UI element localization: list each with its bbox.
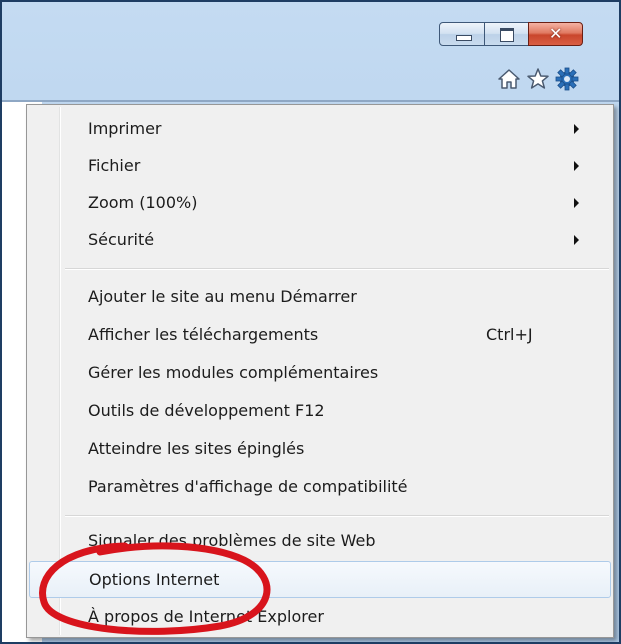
- menu-item-compatibility[interactable]: Paramètres d'affichage de compatibilité: [29, 469, 611, 506]
- menu-item-manage-addons[interactable]: Gérer les modules complémentaires: [29, 355, 611, 392]
- menu-item-label: Paramètres d'affichage de compatibilité: [88, 477, 408, 496]
- submenu-arrow-icon: [574, 198, 579, 208]
- minimize-icon: [456, 35, 472, 41]
- close-button[interactable]: ✕: [528, 22, 583, 46]
- menu-item-label: Signaler des problèmes de site Web: [88, 531, 376, 550]
- tools-menu: Imprimer Fichier Zoom (100%) Sécurité Aj…: [26, 104, 614, 638]
- menu-item-label: Atteindre les sites épinglés: [88, 439, 305, 458]
- menu-item-label: Options Internet: [89, 570, 220, 589]
- menu-item-label: Imprimer: [88, 119, 162, 138]
- gear-icon[interactable]: [554, 66, 580, 92]
- menu-separator: [65, 515, 609, 517]
- menu-item-imprimer[interactable]: Imprimer: [29, 111, 611, 148]
- submenu-arrow-icon: [574, 124, 579, 134]
- menu-item-label: Afficher les téléchargements: [88, 325, 319, 344]
- menu-item-label: Ajouter le site au menu Démarrer: [88, 287, 357, 306]
- menu-item-label: Fichier: [88, 156, 141, 175]
- menu-item-securite[interactable]: Sécurité: [29, 222, 611, 259]
- toolbar-divider: [2, 100, 619, 102]
- shortcut-label: Ctrl+J: [486, 325, 533, 344]
- maximize-button[interactable]: [484, 22, 529, 46]
- close-icon: ✕: [549, 24, 563, 43]
- menu-item-fichier[interactable]: Fichier: [29, 148, 611, 185]
- menu-item-label: Zoom (100%): [88, 193, 198, 212]
- menu-item-report-problems[interactable]: Signaler des problèmes de site Web: [29, 523, 611, 560]
- menu-item-label: À propos de Internet Explorer: [88, 607, 324, 626]
- menu-item-label: Outils de développement F12: [88, 401, 325, 420]
- menu-item-label: Sécurité: [88, 230, 155, 249]
- minimize-button[interactable]: [439, 22, 485, 46]
- submenu-arrow-icon: [574, 161, 579, 171]
- menu-item-pinned-sites[interactable]: Atteindre les sites épinglés: [29, 431, 611, 468]
- submenu-arrow-icon: [574, 235, 579, 245]
- menu-item-f12-tools[interactable]: Outils de développement F12: [29, 393, 611, 430]
- menu-item-about-ie[interactable]: À propos de Internet Explorer: [29, 599, 611, 636]
- menu-item-add-to-start[interactable]: Ajouter le site au menu Démarrer: [29, 279, 611, 316]
- star-icon[interactable]: [525, 66, 551, 92]
- menu-item-internet-options[interactable]: Options Internet: [29, 561, 611, 598]
- browser-window: ✕ Imprimer Fichier Zoom (100%) Sécurité …: [0, 0, 621, 644]
- menu-item-label: Gérer les modules complémentaires: [88, 363, 379, 382]
- menu-item-zoom[interactable]: Zoom (100%): [29, 185, 611, 222]
- home-icon[interactable]: [496, 66, 522, 92]
- maximize-icon: [500, 28, 514, 42]
- menu-separator: [65, 268, 609, 270]
- menu-item-downloads[interactable]: Afficher les téléchargements Ctrl+J: [29, 317, 611, 354]
